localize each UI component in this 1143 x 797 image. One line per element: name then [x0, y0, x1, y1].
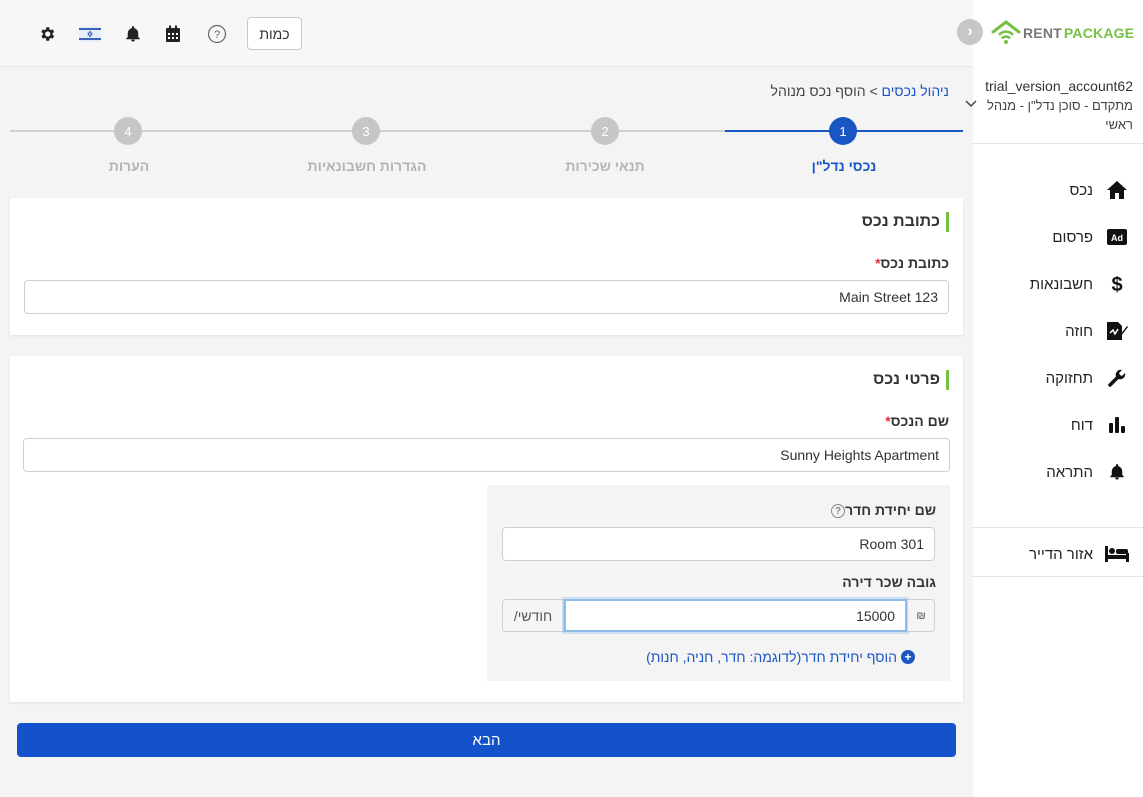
- sidebar-item-label: חשבונאות: [1029, 275, 1093, 293]
- gear-icon[interactable]: [35, 22, 59, 46]
- step-1-circle[interactable]: 1: [829, 117, 857, 145]
- dollar-icon: $: [1105, 272, 1129, 296]
- divider: [973, 527, 1143, 528]
- sidebar-item-accounting[interactable]: חשבונאות $: [1030, 271, 1129, 297]
- add-room-unit-text: הוסף יחידת חדר(לדוגמה: חדר, חניה, חנות): [646, 649, 897, 665]
- chevron-right-icon[interactable]: ›: [957, 19, 983, 45]
- sidebar: › RENT PACKAGE trial_version_account62 מת…: [957, 0, 1143, 797]
- address-label-text: כתובת נכס: [880, 255, 949, 271]
- logo-text-package: PACKAGE: [1063, 25, 1135, 41]
- step-2-circle[interactable]: 2: [591, 117, 619, 145]
- svg-text:$: $: [1111, 274, 1122, 295]
- step-3-label[interactable]: הגדרות חשבונאיות: [287, 158, 447, 174]
- breadcrumb-current: הוסף נכס מנוהל: [770, 83, 866, 99]
- bed-icon: [1105, 542, 1129, 566]
- rent-amount-label: גובה שכר דירה: [842, 574, 936, 590]
- chevron-down-icon[interactable]: [965, 97, 977, 111]
- rent-period-label: /חודשי: [502, 599, 564, 632]
- ad-icon: Ad: [1105, 225, 1129, 249]
- currency-symbol: ₪: [907, 599, 935, 632]
- chart-icon: [1105, 413, 1129, 437]
- breadcrumb-separator: >: [869, 83, 878, 99]
- sidebar-item-property[interactable]: נכס: [1069, 177, 1129, 203]
- account-name: trial_version_account62: [985, 78, 1133, 94]
- contract-icon: [1105, 319, 1129, 343]
- step-4-label[interactable]: הערות: [69, 158, 189, 174]
- quantity-button[interactable]: כמות: [247, 17, 302, 50]
- logo-text-rent: RENT: [1023, 25, 1062, 41]
- step-2-label[interactable]: תנאי שכירות: [545, 158, 665, 174]
- sidebar-item-label: חוזה: [1065, 322, 1093, 340]
- address-input[interactable]: [24, 280, 949, 314]
- sidebar-item-label: תחזוקה: [1045, 369, 1093, 387]
- divider: [973, 576, 1143, 577]
- unit-name-label: שם יחידת חדר?: [827, 502, 936, 519]
- sidebar-item-maintenance[interactable]: תחזוקה: [1046, 365, 1129, 391]
- bell-icon[interactable]: [121, 22, 145, 46]
- sidebar-item-report[interactable]: דוח: [1071, 412, 1129, 438]
- sidebar-item-label: פרסום: [1052, 228, 1093, 246]
- sidebar-item-tenant-area[interactable]: אזור הדייר: [1029, 541, 1129, 567]
- address-section-title: כתובת נכס: [862, 212, 949, 232]
- help-icon[interactable]: ?: [831, 504, 846, 519]
- top-bar: ? כמות: [0, 0, 973, 67]
- divider: [973, 143, 1143, 144]
- address-field-label: כתובת נכס*: [872, 255, 949, 271]
- account-info[interactable]: trial_version_account62 מתקדם - סוכן נדל…: [983, 77, 1133, 134]
- wrench-icon: [1105, 366, 1129, 390]
- property-name-label-text: שם הנכס: [890, 413, 949, 429]
- home-icon: [1105, 178, 1129, 202]
- svg-text:?: ?: [214, 29, 220, 41]
- sidebar-item-label: דוח: [1070, 416, 1093, 434]
- sidebar-item-label: נכס: [1069, 181, 1093, 199]
- unit-name-input[interactable]: [502, 527, 935, 561]
- sidebar-item-label: אזור הדייר: [1029, 545, 1093, 563]
- breadcrumb: ניהול נכסים > הוסף נכס מנוהל: [771, 83, 949, 99]
- next-button[interactable]: הבא: [17, 723, 956, 757]
- bell-icon: [1105, 460, 1129, 484]
- step-3-circle[interactable]: 3: [352, 117, 380, 145]
- add-room-unit-link[interactable]: + הוסף יחידת חדר(לדוגמה: חדר, חניה, חנות…: [646, 649, 915, 665]
- flag-icon[interactable]: [78, 22, 102, 46]
- logo-icon: [991, 20, 1021, 44]
- plus-circle-icon: +: [901, 650, 915, 664]
- sidebar-item-advertising[interactable]: פרסום Ad: [1052, 224, 1129, 250]
- details-section-title: פרטי נכס: [873, 370, 949, 390]
- help-icon[interactable]: ?: [205, 22, 229, 46]
- sidebar-item-label: התראה: [1046, 463, 1093, 481]
- property-name-input[interactable]: [23, 438, 950, 472]
- step-4-circle[interactable]: 4: [114, 117, 142, 145]
- unit-name-label-text: שם יחידת חדר: [845, 502, 936, 518]
- account-role: מתקדם - סוכן נדל"ן - מנהל ראשי: [986, 98, 1133, 132]
- calendar-icon[interactable]: [161, 22, 185, 46]
- breadcrumb-parent-link[interactable]: ניהול נכסים: [882, 83, 949, 99]
- sidebar-item-alert[interactable]: התראה: [1046, 459, 1129, 485]
- address-card: כתובת נכס כתובת נכס*: [10, 198, 963, 335]
- rent-amount-input[interactable]: [564, 599, 907, 632]
- property-name-label: שם הנכס*: [882, 413, 949, 429]
- svg-text:Ad: Ad: [1111, 233, 1123, 243]
- sidebar-item-contract[interactable]: חוזה: [1065, 318, 1129, 344]
- logo[interactable]: RENT PACKAGE: [991, 18, 1134, 48]
- step-1-label[interactable]: נכסי נדל"ן: [784, 158, 904, 174]
